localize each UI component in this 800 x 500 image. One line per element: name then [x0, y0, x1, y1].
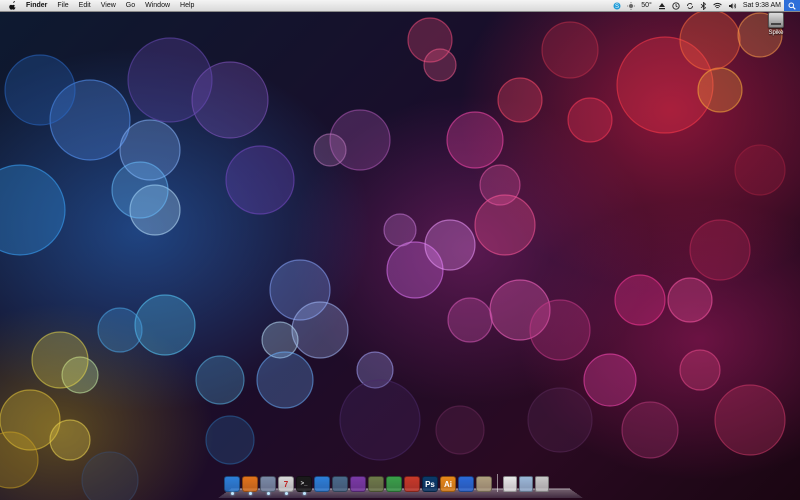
- dock-separator: [497, 474, 498, 492]
- bokeh-circle: [31, 331, 89, 389]
- svg-text:S: S: [615, 4, 619, 10]
- bokeh-circle: [97, 307, 143, 353]
- weather-icon[interactable]: [624, 0, 638, 11]
- dock-photoshop-icon[interactable]: Ps: [422, 476, 438, 492]
- menu-view[interactable]: View: [96, 0, 121, 11]
- bokeh-circle: [4, 54, 76, 126]
- volume-icon[interactable]: [725, 0, 740, 11]
- bokeh-circle: [541, 21, 599, 79]
- bokeh-circle: [49, 419, 91, 461]
- bokeh-circle: [567, 97, 613, 143]
- bokeh-circle: [225, 145, 295, 215]
- skype-icon[interactable]: S: [610, 0, 624, 11]
- app-menu-finder[interactable]: Finder: [21, 0, 52, 11]
- bokeh-circle: [529, 299, 591, 361]
- bokeh-circle: [697, 67, 743, 113]
- bokeh-circle: [621, 401, 679, 459]
- bokeh-circle: [383, 213, 417, 247]
- bokeh-circle: [424, 219, 476, 271]
- bokeh-circle: [527, 387, 593, 453]
- dock-script-editor-icon[interactable]: [368, 476, 384, 492]
- time-machine-icon[interactable]: [669, 0, 683, 11]
- bokeh-circle: [291, 301, 349, 359]
- spotlight-icon[interactable]: [784, 0, 800, 11]
- bokeh-circle: [0, 164, 66, 256]
- bokeh-circle: [195, 355, 245, 405]
- dock: 7 >_ Ps Ai: [218, 472, 583, 498]
- menu-file[interactable]: File: [52, 0, 73, 11]
- dock-illustrator-icon[interactable]: Ai: [440, 476, 456, 492]
- bokeh-circle: [256, 351, 314, 409]
- menu-go[interactable]: Go: [121, 0, 140, 11]
- bokeh-wallpaper: [0, 9, 786, 500]
- dock-trash-icon[interactable]: [535, 476, 549, 492]
- dock-pixelmator-icon[interactable]: [350, 476, 366, 492]
- dock-finder-icon[interactable]: [224, 476, 240, 495]
- bokeh-circle: [497, 77, 543, 123]
- menu-edit[interactable]: Edit: [74, 0, 96, 11]
- bokeh-circle: [423, 48, 457, 82]
- bokeh-circle: [205, 415, 255, 465]
- disk-label: Spike: [768, 30, 784, 36]
- dock-transmit-icon[interactable]: [404, 476, 420, 492]
- bluetooth-icon[interactable]: [697, 0, 710, 11]
- bokeh-circle: [134, 294, 196, 356]
- wifi-icon[interactable]: [710, 0, 725, 11]
- apple-icon[interactable]: [8, 1, 17, 10]
- bokeh-circle: [714, 384, 786, 456]
- bokeh-circle: [583, 353, 637, 407]
- bokeh-circle: [447, 297, 493, 343]
- dock-documents-icon[interactable]: [503, 476, 517, 492]
- menu-window[interactable]: Window: [140, 0, 175, 11]
- bokeh-circle: [127, 37, 213, 123]
- dock-xcode-icon[interactable]: [458, 476, 474, 492]
- running-indicator: [303, 492, 306, 495]
- hard-disk-icon: [768, 12, 784, 28]
- dock-icons: 7 >_ Ps Ai: [224, 472, 549, 495]
- menu-bar: Finder File Edit View Go Window Help S 5…: [0, 0, 800, 12]
- temperature-readout[interactable]: 50°: [638, 0, 655, 11]
- running-indicator: [231, 492, 234, 495]
- dock-terminal-icon[interactable]: >_: [296, 476, 312, 495]
- bokeh-circle: [111, 161, 169, 219]
- dock-growl-icon[interactable]: [386, 476, 402, 492]
- dock-itunes-icon[interactable]: [314, 476, 330, 492]
- dock-firefox-icon[interactable]: [242, 476, 258, 495]
- eject-icon[interactable]: [655, 0, 669, 11]
- bokeh-circle: [689, 219, 751, 281]
- bokeh-circle: [339, 379, 421, 461]
- bokeh-circle: [667, 277, 713, 323]
- bokeh-circle: [614, 274, 666, 326]
- bokeh-circle: [474, 194, 536, 256]
- dock-preview-icon[interactable]: [260, 476, 276, 495]
- bokeh-circle: [435, 405, 485, 455]
- bokeh-circle: [81, 451, 139, 500]
- dock-textmate-icon[interactable]: [476, 476, 492, 492]
- bokeh-circle: [679, 349, 721, 391]
- bokeh-circle: [679, 9, 741, 71]
- clock[interactable]: Sat 9:38 AM: [740, 0, 784, 11]
- dock-grapher-icon[interactable]: [332, 476, 348, 492]
- desktop-wallpaper: [0, 0, 800, 500]
- menu-help[interactable]: Help: [175, 0, 199, 11]
- sync-icon[interactable]: [683, 0, 697, 11]
- desktop-disk[interactable]: Spike: [760, 12, 792, 40]
- bokeh-circle: [313, 133, 347, 167]
- running-indicator: [249, 492, 252, 495]
- bokeh-circle: [446, 111, 504, 169]
- running-indicator: [267, 492, 270, 495]
- dock-ical-icon[interactable]: 7: [278, 476, 294, 495]
- dock-downloads-icon[interactable]: [519, 476, 533, 492]
- bokeh-circle: [734, 144, 786, 196]
- running-indicator: [285, 492, 288, 495]
